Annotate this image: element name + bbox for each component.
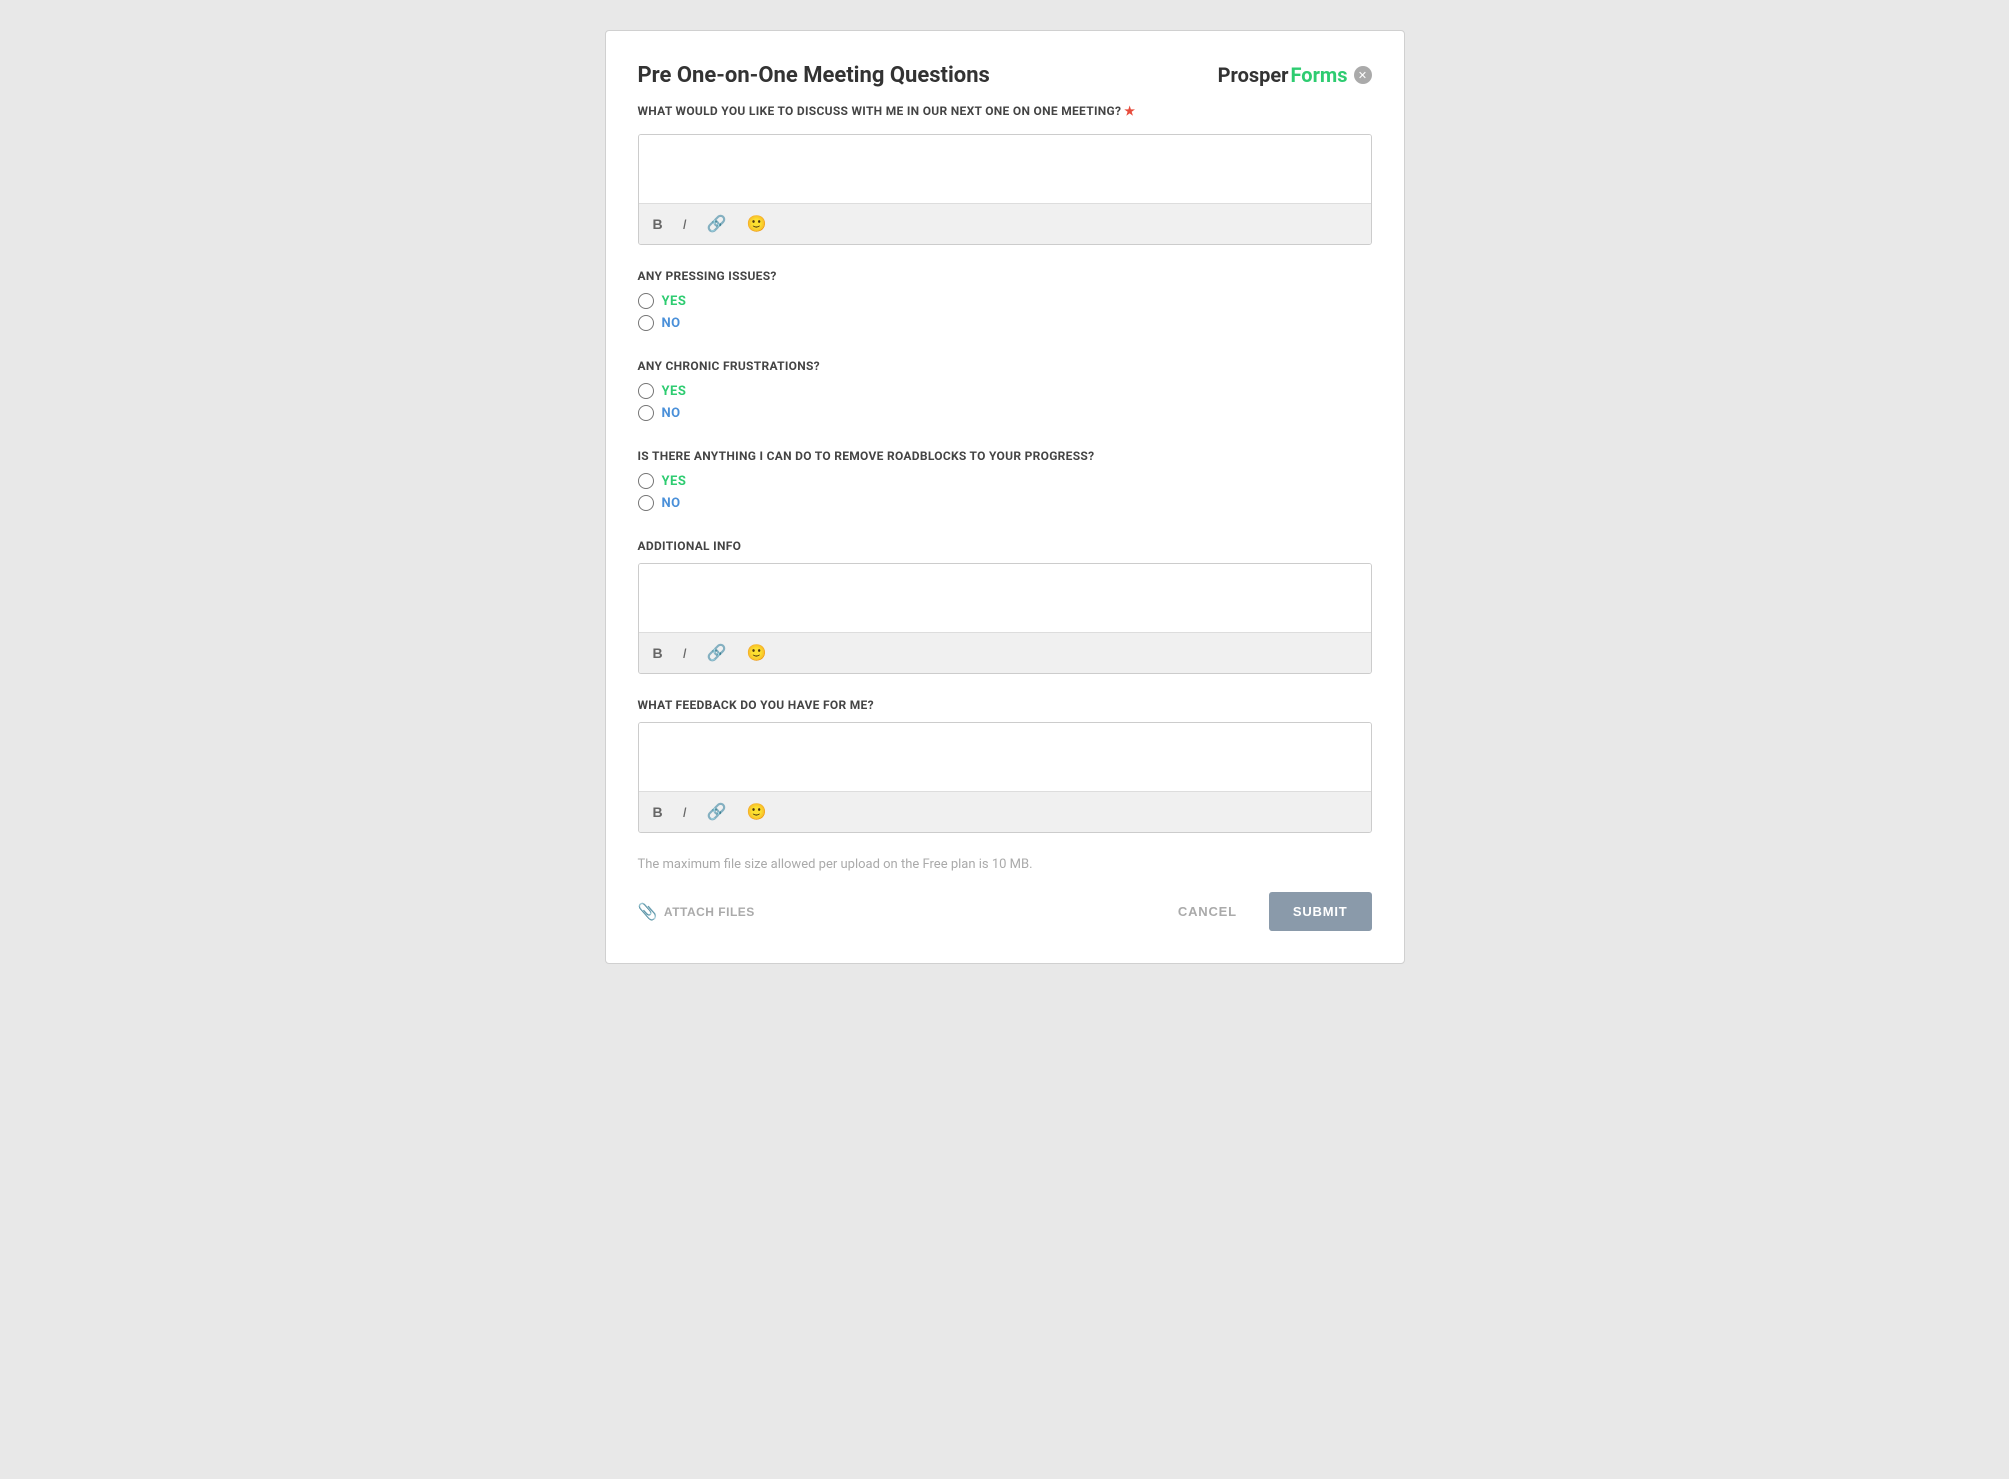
close-button[interactable]: ✕	[1354, 66, 1372, 84]
chronic-frustrations-no-label: NO	[662, 406, 681, 421]
pressing-issues-yes-option[interactable]: YES	[638, 293, 1372, 309]
feedback-wrapper: B I 🔗 🙂	[638, 722, 1372, 833]
submit-button[interactable]: SUBMIT	[1269, 892, 1372, 931]
roadblocks-no-label: NO	[662, 496, 681, 511]
chronic-frustrations-radio-group: YES NO	[638, 383, 1372, 421]
feedback-textarea[interactable]	[639, 723, 1371, 787]
roadblocks-no-option[interactable]: NO	[638, 495, 1372, 511]
chronic-frustrations-no-radio[interactable]	[638, 405, 654, 421]
footer-note: The maximum file size allowed per upload…	[638, 857, 1372, 872]
form-subtitle: WHAT WOULD YOU LIKE TO DISCUSS WITH ME I…	[638, 104, 1372, 118]
form-actions: 📎 ATTACH FILES CANCEL SUBMIT	[638, 892, 1372, 931]
roadblocks-yes-radio[interactable]	[638, 473, 654, 489]
roadblocks-radio-group: YES NO	[638, 473, 1372, 511]
brand-prosper: Prosper	[1218, 63, 1289, 87]
chronic-frustrations-section: ANY CHRONIC FRUSTRATIONS? YES NO	[638, 359, 1372, 421]
chronic-frustrations-yes-option[interactable]: YES	[638, 383, 1372, 399]
additional-info-toolbar: B I 🔗 🙂	[639, 632, 1371, 673]
pressing-issues-no-label: NO	[662, 316, 681, 331]
chronic-frustrations-no-option[interactable]: NO	[638, 405, 1372, 421]
brand-forms: Forms	[1291, 63, 1348, 87]
cancel-button[interactable]: CANCEL	[1162, 894, 1253, 929]
pressing-issues-no-radio[interactable]	[638, 315, 654, 331]
required-star: ★	[1124, 104, 1135, 118]
bold-button-3[interactable]: B	[649, 802, 667, 822]
feedback-label: WHAT FEEDBACK DO YOU HAVE FOR ME?	[638, 698, 1372, 712]
roadblocks-label: IS THERE ANYTHING I CAN DO TO REMOVE ROA…	[638, 449, 1372, 463]
emoji-button-1[interactable]: 🙂	[742, 212, 770, 236]
feedback-toolbar: B I 🔗 🙂	[639, 791, 1371, 832]
roadblocks-yes-option[interactable]: YES	[638, 473, 1372, 489]
form-title: Pre One-on-One Meeting Questions	[638, 63, 990, 88]
italic-button-1[interactable]: I	[679, 214, 691, 234]
chronic-frustrations-label: ANY CHRONIC FRUSTRATIONS?	[638, 359, 1372, 373]
form-header: Pre One-on-One Meeting Questions Prosper…	[638, 63, 1372, 88]
roadblocks-yes-label: YES	[662, 474, 687, 489]
discuss-field-wrapper: B I 🔗 🙂	[638, 134, 1372, 245]
link-button-1[interactable]: 🔗	[703, 212, 731, 236]
bold-button-1[interactable]: B	[649, 214, 667, 234]
roadblocks-no-radio[interactable]	[638, 495, 654, 511]
pressing-issues-label: ANY PRESSING ISSUES?	[638, 269, 1372, 283]
emoji-button-3[interactable]: 🙂	[742, 800, 770, 824]
pressing-issues-section: ANY PRESSING ISSUES? YES NO	[638, 269, 1372, 331]
discuss-toolbar: B I 🔗 🙂	[639, 203, 1371, 244]
form-container: Pre One-on-One Meeting Questions Prosper…	[605, 30, 1405, 964]
paperclip-icon: 📎	[638, 902, 658, 922]
attach-label: ATTACH FILES	[664, 905, 755, 919]
emoji-button-2[interactable]: 🙂	[742, 641, 770, 665]
italic-button-2[interactable]: I	[679, 643, 691, 663]
italic-button-3[interactable]: I	[679, 802, 691, 822]
pressing-issues-yes-label: YES	[662, 294, 687, 309]
chronic-frustrations-yes-radio[interactable]	[638, 383, 654, 399]
link-button-2[interactable]: 🔗	[703, 641, 731, 665]
roadblocks-section: IS THERE ANYTHING I CAN DO TO REMOVE ROA…	[638, 449, 1372, 511]
additional-info-label: ADDITIONAL INFO	[638, 539, 1372, 553]
pressing-issues-no-option[interactable]: NO	[638, 315, 1372, 331]
attach-files-button[interactable]: 📎 ATTACH FILES	[638, 902, 755, 922]
additional-info-wrapper: B I 🔗 🙂	[638, 563, 1372, 674]
feedback-section: WHAT FEEDBACK DO YOU HAVE FOR ME? B I 🔗 …	[638, 698, 1372, 833]
action-buttons: CANCEL SUBMIT	[1162, 892, 1372, 931]
brand-logo: ProsperForms ✕	[1218, 63, 1372, 87]
discuss-textarea[interactable]	[639, 135, 1371, 199]
pressing-issues-radio-group: YES NO	[638, 293, 1372, 331]
pressing-issues-yes-radio[interactable]	[638, 293, 654, 309]
chronic-frustrations-yes-label: YES	[662, 384, 687, 399]
link-button-3[interactable]: 🔗	[703, 800, 731, 824]
additional-info-section: ADDITIONAL INFO B I 🔗 🙂	[638, 539, 1372, 674]
bold-button-2[interactable]: B	[649, 643, 667, 663]
additional-info-textarea[interactable]	[639, 564, 1371, 628]
